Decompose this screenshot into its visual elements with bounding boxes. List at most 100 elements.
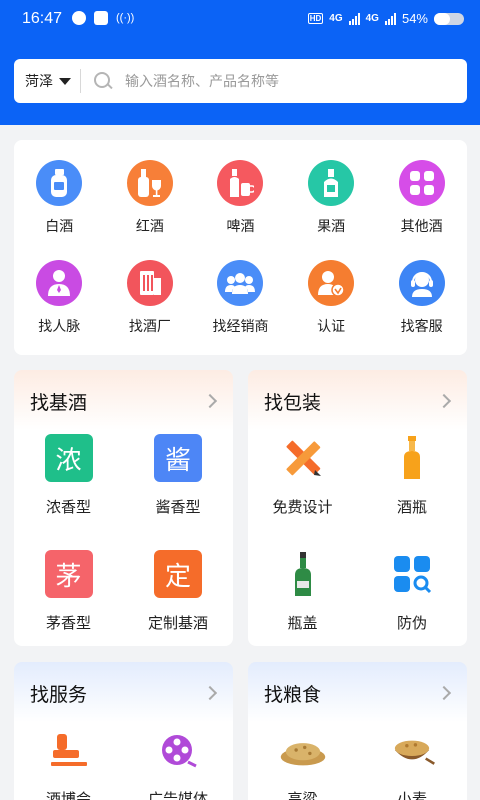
signal-icon <box>384 12 396 25</box>
category-label: 找经销商 <box>212 318 269 334</box>
beer-bottle-mug-icon <box>217 160 264 206</box>
stamp-expo-icon <box>45 726 93 774</box>
sorghum-grain-icon <box>279 726 327 774</box>
item-label: 茅香型 <box>45 615 91 632</box>
divider <box>80 69 81 93</box>
section-header[interactable]: 找粮食 <box>248 662 467 724</box>
category-factory[interactable]: 找酒厂 <box>105 260 196 360</box>
search-input[interactable] <box>125 73 425 89</box>
battery-icon <box>434 12 464 25</box>
category-label: 其他酒 <box>400 218 443 234</box>
chevron-right-icon <box>436 685 452 701</box>
section-header[interactable]: 找基酒 <box>14 370 233 432</box>
item-expo[interactable]: 酒博会 <box>14 724 123 800</box>
category-label: 找酒厂 <box>128 318 171 334</box>
customer-service-headset-icon <box>398 260 445 306</box>
badge-glyph: 茅 <box>44 550 93 598</box>
category-fruit-wine[interactable]: 果酒 <box>286 160 377 260</box>
item-custom-base[interactable]: 定 定制基酒 <box>123 548 233 646</box>
wine-bottle-glass-icon <box>126 160 173 206</box>
green-bottle-cap-icon <box>279 550 327 598</box>
network-type-2: 4G <box>365 13 379 24</box>
status-bar: 16:47 ((·)) HD 4G 4G 54% <box>0 0 480 38</box>
category-wine[interactable]: 红酒 <box>105 160 196 260</box>
film-reel-icon <box>154 726 202 774</box>
category-label: 找客服 <box>400 318 443 334</box>
city-selector[interactable]: 菏泽 <box>14 71 80 91</box>
section-title: 找粮食 <box>264 684 322 706</box>
category-label: 啤酒 <box>226 218 255 234</box>
category-certification[interactable]: 认证 <box>286 260 377 360</box>
search-icon <box>93 71 113 91</box>
item-label: 小麦 <box>396 791 427 800</box>
item-nongxiang[interactable]: 浓 浓香型 <box>14 432 123 548</box>
section-base-liquor: 找基酒 浓 浓香型 酱 酱香型 茅 茅香型 定 定制基酒 <box>14 370 233 646</box>
badge-glyph: 酱 <box>154 434 202 482</box>
item-label: 酒博会 <box>45 791 91 800</box>
maoxiang-badge-icon: 茅 <box>44 550 93 598</box>
person-contact-icon <box>36 260 83 306</box>
item-label: 高粱 <box>287 791 318 800</box>
category-label: 果酒 <box>317 218 346 234</box>
grid-apps-icon <box>398 160 445 206</box>
section-title: 找服务 <box>30 684 88 706</box>
telegram-icon <box>94 11 108 25</box>
item-wheat[interactable]: 小麦 <box>357 724 467 800</box>
item-label: 定制基酒 <box>147 615 208 632</box>
item-label: 浓香型 <box>45 499 91 516</box>
item-ad-media[interactable]: 广告媒体 <box>123 724 233 800</box>
category-label: 找人脉 <box>38 318 81 334</box>
status-right: HD 4G 4G 54% <box>307 11 464 26</box>
signal-icon <box>348 12 360 25</box>
item-label: 免费设计 <box>272 499 333 516</box>
section-services: 找服务 酒博会 广告媒体 <box>14 662 233 800</box>
item-bottle-cap[interactable]: 瓶盖 <box>248 548 357 646</box>
category-beer[interactable]: 啤酒 <box>195 160 286 260</box>
ruler-pencil-design-icon <box>279 434 327 482</box>
certified-user-icon <box>308 260 355 306</box>
category-label: 红酒 <box>135 218 164 234</box>
item-jiangxiang[interactable]: 酱 酱香型 <box>123 432 233 548</box>
section-header[interactable]: 找包装 <box>248 370 467 432</box>
network-type-1: 4G <box>329 13 343 24</box>
item-maoxiang[interactable]: 茅 茅香型 <box>14 548 123 646</box>
baijiu-bottle-icon <box>36 160 83 206</box>
anti-counterfeit-search-icon <box>388 550 436 598</box>
item-label: 酱香型 <box>155 499 201 516</box>
item-anti-counterfeit[interactable]: 防伪 <box>357 548 467 646</box>
jiangxiang-badge-icon: 酱 <box>154 434 202 482</box>
nfc-icon: ((·)) <box>116 12 135 24</box>
section-packaging: 找包装 免费设计 酒瓶 瓶盖 防伪 <box>248 370 467 646</box>
item-label: 防伪 <box>396 615 427 632</box>
category-panel: 白酒 红酒 啤酒 果酒 其他酒 找人脉 找酒厂 找经销商 认证 找客服 <box>14 140 467 355</box>
category-contacts[interactable]: 找人脉 <box>14 260 105 360</box>
factory-building-icon <box>126 260 173 306</box>
bottle-icon <box>388 434 436 482</box>
item-label: 广告媒体 <box>147 791 208 800</box>
item-free-design[interactable]: 免费设计 <box>248 432 357 548</box>
item-sorghum[interactable]: 高粱 <box>248 724 357 800</box>
category-customer-service[interactable]: 找客服 <box>376 260 467 360</box>
wheat-grain-icon <box>388 726 436 774</box>
battery-percent: 54% <box>401 11 428 26</box>
section-title: 找基酒 <box>30 392 88 414</box>
chevron-right-icon <box>202 393 218 409</box>
category-grid: 白酒 红酒 啤酒 果酒 其他酒 找人脉 找酒厂 找经销商 认证 找客服 <box>14 140 467 360</box>
fruit-wine-bottle-icon <box>308 160 355 206</box>
message-icon <box>72 11 86 25</box>
badge-glyph: 浓 <box>44 434 93 482</box>
section-title: 找包装 <box>264 392 322 414</box>
category-baijiu[interactable]: 白酒 <box>14 160 105 260</box>
section-header[interactable]: 找服务 <box>14 662 233 724</box>
dealers-group-icon <box>217 260 264 306</box>
badge-glyph: 定 <box>154 550 202 598</box>
section-grain: 找粮食 高粱 小麦 <box>248 662 467 800</box>
status-time: 16:47 <box>22 10 63 27</box>
nongxiang-badge-icon: 浓 <box>44 434 93 482</box>
item-label: 酒瓶 <box>396 499 427 516</box>
category-label: 认证 <box>317 318 346 334</box>
category-other[interactable]: 其他酒 <box>376 160 467 260</box>
item-label: 瓶盖 <box>287 615 318 632</box>
category-dealers[interactable]: 找经销商 <box>195 260 286 360</box>
item-bottle[interactable]: 酒瓶 <box>357 432 467 548</box>
